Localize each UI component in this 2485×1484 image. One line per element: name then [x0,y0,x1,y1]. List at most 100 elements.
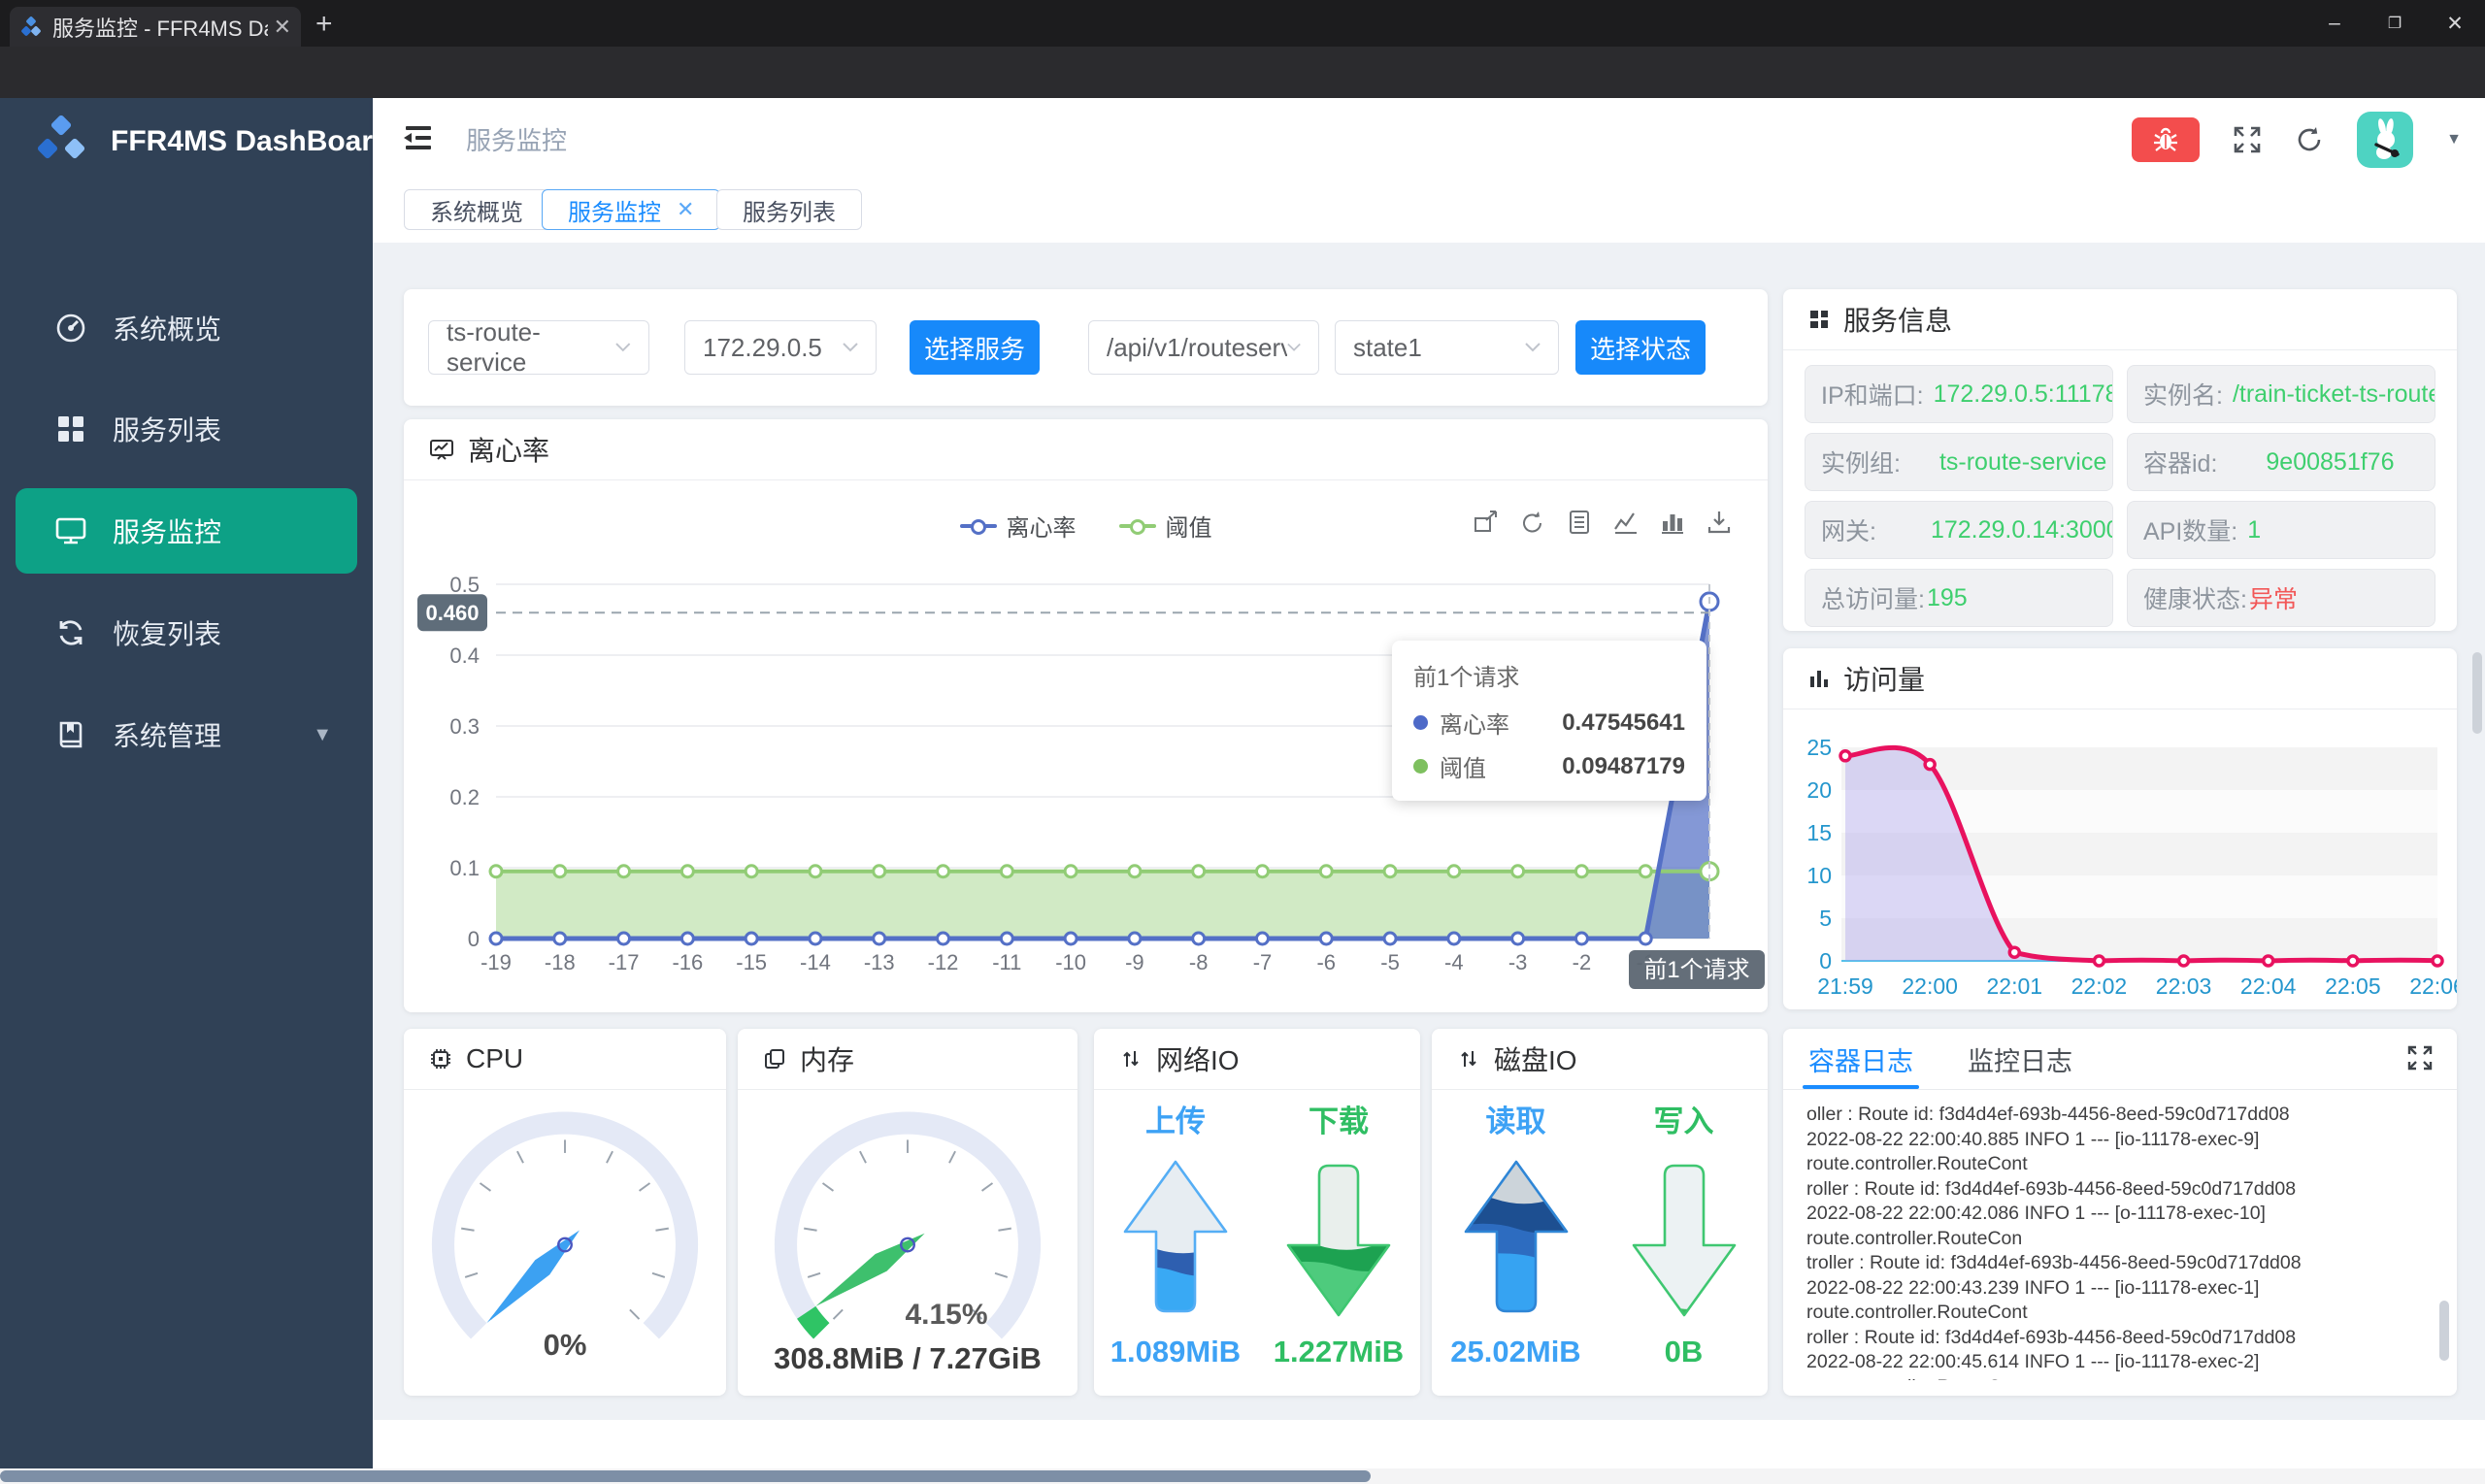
service-info-grid: IP和端口: 172.29.0.5:11178 实例名:/train-ticket… [1805,365,2435,627]
tag-label: 服务列表 [743,199,836,226]
grid-icon [54,413,87,445]
filter-card: ts-route-service 172.29.0.5 选择服务 /api/v1… [404,289,1768,406]
visits-chart: 0 5 10 15 20 25 21:59 22:00 22:01 22:02 22:03 22:04… [1806,735,2457,999]
upload-value: 1.089MiB [1110,1335,1242,1369]
tooltip-series-value: 0.09487179 [1562,752,1685,779]
info-field-total-visits: 总访问量: 195 [1805,569,2113,627]
read-label: 读取 [1485,1105,1546,1138]
sidebar-item-label: 系统概览 [113,314,222,345]
svg-text:-12: -12 [928,950,959,974]
tooltip-series-value: 0.47545641 [1562,709,1685,736]
cpu-chip-icon [431,1049,450,1069]
fullscreen-icon[interactable] [2233,125,2262,154]
svg-text:0.1: 0.1 [449,856,480,880]
window-close-button[interactable]: ✕ [2425,0,2485,47]
page-horizontal-scrollbar-thumb[interactable] [0,1470,1371,1482]
svg-text:前1个请求: 前1个请求 [1643,957,1749,983]
series-dot-icon [1413,715,1428,730]
info-field-gateway: 网关: 172.29.0.14:30004 [1805,501,2113,559]
sidebar-item-system-manage[interactable]: 系统管理 ▼ [0,692,373,777]
select-service-button[interactable]: 选择服务 [910,320,1040,375]
api-select[interactable]: /api/v1/routeservic [1088,320,1319,375]
new-tab-button[interactable]: + [315,10,333,39]
page-horizontal-scrollbar[interactable] [0,1468,2485,1484]
download-value: 1.227MiB [1273,1335,1405,1369]
ip-select[interactable]: 172.29.0.5 [684,320,877,375]
tag-service-monitor[interactable]: 服务监控 ✕ [542,189,721,230]
info-field-api-count: API数量: 1 [2127,501,2435,559]
brand-name: FFR4MS DashBoard [111,125,391,157]
page-vertical-scrollbar-thumb[interactable] [2472,652,2482,734]
memory-percent: 4.15% [905,1299,988,1331]
tag-close-icon[interactable]: ✕ [677,197,694,222]
sidebar-item-label: 服务监控 [113,517,222,547]
svg-text:-7: -7 [1253,950,1273,974]
bug-button[interactable] [2132,117,2201,162]
tab-container-logs[interactable]: 容器日志 [1803,1029,1919,1089]
write-arrow-icon [1632,1164,1736,1317]
sidebar-item-recovery-list[interactable]: 恢复列表 [0,590,373,676]
tooltip-series-name: 阈值 [1440,756,1486,782]
avatar-caret-icon[interactable]: ▼ [2446,131,2462,148]
info-field-instance-group: 实例组: ts-route-service [1805,433,2113,491]
info-field-ip-port: IP和端口: 172.29.0.5:11178 [1805,365,2113,423]
svg-text:0.3: 0.3 [449,714,480,739]
svg-text:22:02: 22:02 [2071,973,2128,999]
sidebar-item-service-monitor[interactable]: 服务监控 [16,488,357,574]
upload-arrow-icon [1123,1160,1228,1313]
state-select[interactable]: state1 [1335,320,1559,375]
toolbox-bar-icon[interactable] [1659,509,1686,536]
toolbox-line-icon[interactable] [1612,509,1640,536]
chart-toolbox [1473,509,1733,536]
svg-text:20: 20 [1806,777,1832,803]
favicon-cubes-icon [21,16,41,36]
network-io-card: 网络IO 上传 1.089MiB 下载 1.227MiB [1094,1029,1420,1396]
visits-card: 访问量 0 5 10 15 20 25 21:59 22:00 22:01 22:02 22:03 2… [1783,648,2457,1009]
sidebar-item-overview[interactable]: 系统概览 [0,285,373,371]
tag-label: 服务监控 [568,199,661,226]
toolbox-save-icon[interactable] [1706,509,1733,536]
legend-item-eccentricity[interactable]: 离心率 [959,509,1077,543]
network-io-title: 网络IO [1156,1045,1240,1075]
refresh-page-icon[interactable] [2295,125,2324,154]
cpu-title: CPU [466,1043,524,1073]
breadcrumb[interactable]: 服务监控 [466,121,567,157]
window-minimize-button[interactable]: – [2304,0,2365,47]
logs-scrollbar-thumb[interactable] [2439,1301,2449,1361]
sidebar-collapse-icon[interactable] [402,121,435,154]
browser-tab[interactable]: 服务监控 - FFR4MS DashBoard ✕ [10,7,301,47]
toolbox-restore-icon[interactable] [1519,509,1546,536]
chevron-down-icon [1525,343,1541,352]
eccentricity-card: 离心率 离心率 阈值 0 0.1 0.2 0.3 0.4 0.5 0.460 -… [404,419,1768,1012]
svg-text:-4: -4 [1444,950,1464,974]
user-avatar[interactable] [2357,112,2414,168]
memory-title: 内存 [800,1045,855,1075]
tag-overview[interactable]: 系统概览 [404,189,549,230]
svg-text:22:01: 22:01 [1987,973,2043,999]
tag-service-list[interactable]: 服务列表 [716,189,862,230]
download-label: 下载 [1309,1105,1369,1138]
log-text: oller : Route id: f3d4d4ef-693b-4456-8ee… [1806,1104,2302,1380]
service-info-title: 服务信息 [1843,306,1953,336]
disk-write-col: 写入 0B [1600,1097,1768,1369]
sidebar-item-label: 恢复列表 [113,619,222,649]
upload-label: 上传 [1145,1105,1206,1138]
sidebar-item-service-list[interactable]: 服务列表 [0,386,373,472]
legend-item-threshold[interactable]: 阈值 [1118,509,1212,543]
read-value: 25.02MiB [1450,1335,1581,1369]
io-arrows-icon [1123,1051,1139,1067]
svg-text:-5: -5 [1380,950,1400,974]
toolbox-dataview-icon[interactable] [1566,509,1593,536]
toolbox-zoom-icon[interactable] [1473,509,1500,536]
logs-expand-icon[interactable] [2406,1044,2434,1072]
window-maximize-button[interactable]: ❐ [2365,0,2425,47]
svg-text:-6: -6 [1316,950,1336,974]
select-state-button[interactable]: 选择状态 [1575,320,1706,375]
service-select[interactable]: ts-route-service [428,317,649,377]
chevron-down-icon [1287,343,1301,351]
write-label: 写入 [1653,1105,1714,1138]
svg-text:-18: -18 [545,950,576,974]
cpu-percent: 0% [543,1328,587,1362]
tab-close-icon[interactable]: ✕ [274,15,291,40]
tab-monitor-logs[interactable]: 监控日志 [1968,1029,2072,1089]
